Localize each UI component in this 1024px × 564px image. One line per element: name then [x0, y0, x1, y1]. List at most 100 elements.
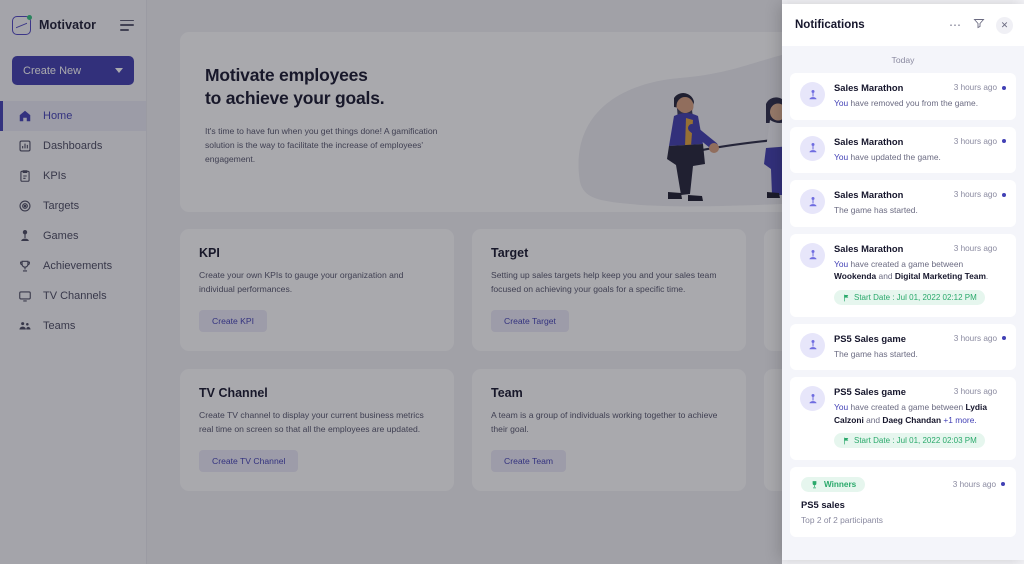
notification-body: Sales Marathon 3 hours ago You have upda… [834, 136, 1006, 164]
notification-time: 3 hours ago [954, 83, 997, 92]
winners-subtitle: Top 2 of 2 participants [801, 515, 1005, 525]
card-description: A team is a group of individuals working… [491, 409, 727, 437]
notification-text: You have updated the game. [834, 151, 1006, 164]
joystick-icon [800, 82, 825, 107]
app-window: Motivator Create New Home [0, 0, 1024, 564]
notification-title: PS5 Sales game [834, 386, 906, 397]
notifications-title: Notifications [795, 19, 865, 31]
notification-time: 3 hours ago [954, 334, 997, 343]
unread-dot [1002, 193, 1006, 197]
notification-time: 3 hours ago [954, 137, 997, 146]
winners-badge-label: Winners [824, 480, 856, 489]
flag-icon [842, 294, 850, 302]
home-icon [18, 109, 32, 123]
clipboard-icon [18, 169, 32, 183]
notification-time: 3 hours ago [954, 190, 997, 199]
sidebar-item-label: Targets [43, 200, 79, 212]
create-target-button[interactable]: Create Target [491, 310, 569, 332]
notification-item[interactable]: Sales Marathon 3 hours ago The game has … [790, 180, 1016, 227]
unread-dot [1002, 139, 1006, 143]
notification-time: 3 hours ago [953, 480, 996, 489]
more-horizontal-icon[interactable]: ⋯ [949, 19, 962, 31]
unread-dot [1001, 482, 1005, 486]
trophy-icon [810, 480, 819, 489]
start-date-badge: Start Date : Jul 01, 2022 02:12 PM [834, 290, 985, 305]
brand-header: Motivator [0, 0, 146, 50]
notification-text: You have created a game between Lydia Ca… [834, 401, 1006, 426]
notification-body: PS5 Sales game 3 hours ago You have crea… [834, 386, 1006, 450]
sidebar-item-label: KPIs [43, 170, 66, 182]
close-icon[interactable]: ✕ [996, 17, 1013, 34]
card-description: Setting up sales targets help keep you a… [491, 269, 727, 297]
notification-row: Sales Marathon 3 hours ago [834, 243, 1006, 254]
notification-time: 3 hours ago [954, 244, 997, 253]
sidebar: Motivator Create New Home [0, 0, 147, 564]
hero-title-line1: Motivate employees [205, 65, 368, 85]
page-title: Motivate employees to achieve your goals… [205, 64, 580, 110]
create-kpi-button[interactable]: Create KPI [199, 310, 267, 332]
unread-dot [1002, 336, 1006, 340]
notifications-header: Notifications ⋯ ✕ [782, 4, 1024, 46]
notifications-panel: Notifications ⋯ ✕ Today Sales Marathon [782, 4, 1024, 560]
sidebar-item-achievements[interactable]: Achievements [0, 251, 146, 281]
notification-item[interactable]: PS5 Sales game 3 hours ago The game has … [790, 324, 1016, 371]
notification-body: Sales Marathon 3 hours ago You have remo… [834, 82, 1006, 110]
notifications-actions: ⋯ ✕ [949, 16, 1013, 34]
feature-card[interactable]: Target Setting up sales targets help kee… [472, 229, 746, 351]
notification-row: Winners 3 hours ago [801, 477, 1005, 492]
notification-text: You have removed you from the game. [834, 97, 1006, 110]
create-new-label: Create New [23, 65, 81, 77]
create-team-button[interactable]: Create Team [491, 450, 566, 472]
notification-row: Sales Marathon 3 hours ago [834, 136, 1006, 147]
create-new-button[interactable]: Create New [12, 56, 134, 85]
motivator-logo-icon [12, 16, 31, 35]
notification-row: Sales Marathon 3 hours ago [834, 189, 1006, 200]
notification-title: PS5 Sales game [834, 333, 906, 344]
notification-body: Sales Marathon 3 hours ago The game has … [834, 189, 1006, 217]
sidebar-item-teams[interactable]: Teams [0, 311, 146, 341]
target-icon [18, 199, 32, 213]
start-date-text: Start Date : Jul 01, 2022 02:12 PM [854, 293, 977, 302]
dashboard-icon [18, 139, 32, 153]
sidebar-item-kpis[interactable]: KPIs [0, 161, 146, 191]
create-tv-channel-button[interactable]: Create TV Channel [199, 450, 298, 472]
notification-item[interactable]: Sales Marathon 3 hours ago You have crea… [790, 234, 1016, 317]
notification-row: Sales Marathon 3 hours ago [834, 82, 1006, 93]
unread-dot [1002, 86, 1006, 90]
notification-item[interactable]: PS5 Sales game 3 hours ago You have crea… [790, 377, 1016, 460]
joystick-icon [800, 333, 825, 358]
sidebar-item-tv-channels[interactable]: TV Channels [0, 281, 146, 311]
card-title: Target [491, 246, 727, 260]
sidebar-item-label: Home [43, 110, 72, 122]
notifications-list[interactable]: Today Sales Marathon 3 hours ago You hav… [782, 46, 1024, 560]
notification-text: You have created a game between Wookenda… [834, 258, 1006, 283]
notification-row: PS5 Sales game 3 hours ago [834, 333, 1006, 344]
sidebar-collapse-icon[interactable] [120, 20, 134, 31]
sidebar-item-games[interactable]: Games [0, 221, 146, 251]
filter-icon[interactable] [973, 16, 985, 34]
flag-icon [842, 437, 850, 445]
notification-item[interactable]: Sales Marathon 3 hours ago You have upda… [790, 127, 1016, 174]
sidebar-item-label: Dashboards [43, 140, 102, 152]
feature-card[interactable]: Team A team is a group of individuals wo… [472, 369, 746, 491]
notification-item-winners[interactable]: Winners 3 hours ago PS5 sales Top 2 of 2… [790, 467, 1016, 537]
sidebar-item-dashboards[interactable]: Dashboards [0, 131, 146, 161]
start-date-badge: Start Date : Jul 01, 2022 02:03 PM [834, 433, 985, 448]
trophy-icon [18, 259, 32, 273]
card-title: TV Channel [199, 386, 435, 400]
notification-title: Sales Marathon [834, 243, 903, 254]
hero-title-line2: to achieve your goals. [205, 88, 384, 108]
notification-title: Sales Marathon [834, 82, 903, 93]
hero-text: Motivate employees to achieve your goals… [180, 32, 580, 212]
joystick-icon [800, 189, 825, 214]
feature-card[interactable]: TV Channel Create TV channel to display … [180, 369, 454, 491]
card-description: Create your own KPIs to gauge your organ… [199, 269, 435, 297]
joystick-icon [800, 386, 825, 411]
notification-item[interactable]: Sales Marathon 3 hours ago You have remo… [790, 73, 1016, 120]
card-title: Team [491, 386, 727, 400]
start-date-text: Start Date : Jul 01, 2022 02:03 PM [854, 436, 977, 445]
sidebar-item-targets[interactable]: Targets [0, 191, 146, 221]
sidebar-item-home[interactable]: Home [0, 101, 146, 131]
feature-card[interactable]: KPI Create your own KPIs to gauge your o… [180, 229, 454, 351]
sidebar-item-label: Teams [43, 320, 75, 332]
